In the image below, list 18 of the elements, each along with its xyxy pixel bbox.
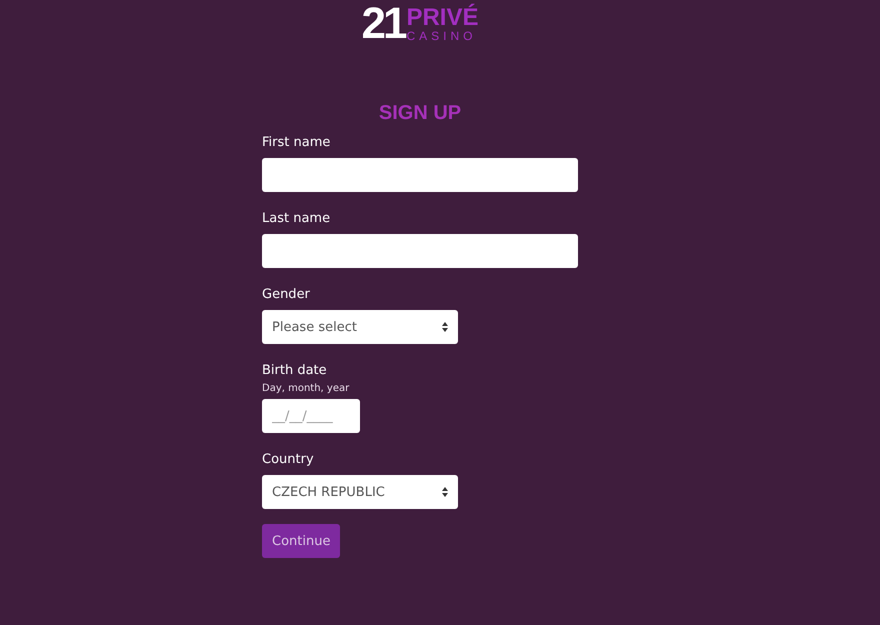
sort-icon: [442, 322, 448, 332]
field-label: Last name: [262, 211, 330, 226]
field-label: First name: [262, 135, 330, 150]
text-field[interactable]: [262, 234, 578, 268]
logo-subtitle: CASINO: [406, 30, 478, 42]
date-field[interactable]: __/__/____: [262, 399, 360, 433]
continue-button[interactable]: Continue: [262, 524, 340, 558]
select-field[interactable]: CZECH REPUBLIC: [262, 475, 458, 509]
select-field[interactable]: Please select: [262, 310, 458, 344]
field-label: Country: [262, 452, 314, 467]
sort-icon: [442, 487, 448, 497]
field-label: Birth date: [262, 363, 327, 378]
logo-name: PRIVÉ: [406, 6, 478, 30]
text-field[interactable]: [262, 158, 578, 192]
field-hint: Day, month, year: [262, 383, 350, 394]
page-title: SIGN UP: [378, 102, 462, 125]
logo-number: 21: [362, 4, 404, 44]
field-label: Gender: [262, 287, 310, 302]
